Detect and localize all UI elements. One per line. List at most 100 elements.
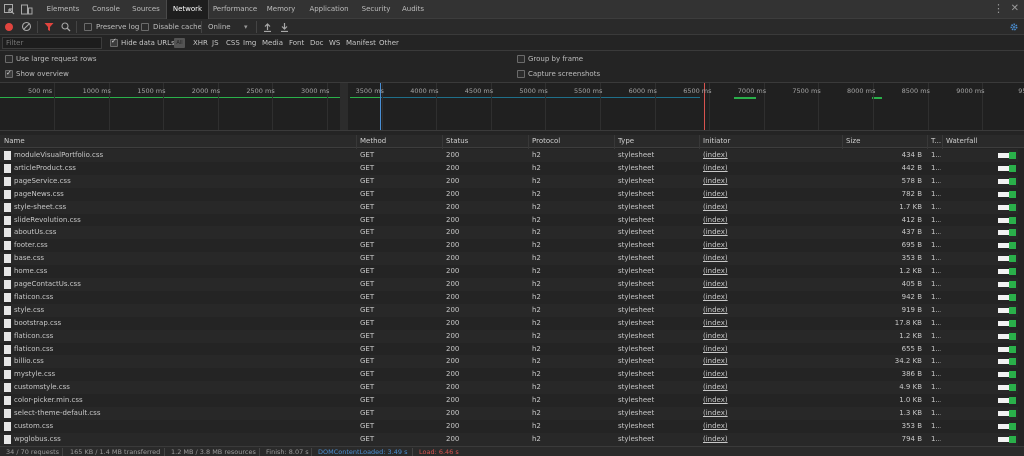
request-initiator[interactable]: (index) [703, 368, 839, 381]
table-row[interactable]: style.css GET 200 h2 stylesheet (index) 919 B 1… [0, 303, 1024, 317]
table-row[interactable]: moduleVisualPortfolio.css GET 200 h2 stylesh… [0, 149, 1024, 162]
filter-type-js[interactable]: JS [212, 35, 219, 51]
close-icon[interactable]: ✕ [1011, 1, 1019, 17]
device-toolbar-icon[interactable] [20, 3, 33, 16]
filter-type-xhr[interactable]: XHR [193, 35, 208, 51]
filter-type-ws[interactable]: WS [329, 35, 340, 51]
table-row[interactable]: footer.css GET 200 h2 stylesheet (index) 695 B… [0, 239, 1024, 253]
filter-icon[interactable] [44, 22, 54, 34]
table-row[interactable]: flaticon.css GET 200 h2 stylesheet (index) 655… [0, 342, 1024, 356]
table-scrollbar[interactable] [1018, 148, 1024, 446]
tab-memory[interactable]: Memory [261, 0, 301, 19]
overview-timeline[interactable]: 500 ms 1000 ms 1500 ms 2000 ms 2500 ms 3000 m… [0, 83, 1024, 131]
request-initiator[interactable]: (index) [703, 265, 839, 278]
request-initiator[interactable]: (index) [703, 149, 839, 162]
table-row[interactable]: customstyle.css GET 200 h2 stylesheet (index)… [0, 381, 1024, 395]
clear-icon[interactable] [21, 21, 32, 34]
more-options-icon[interactable]: ⋮ [993, 1, 1004, 17]
request-initiator[interactable]: (index) [703, 188, 839, 201]
column-header-type[interactable]: Type [618, 135, 634, 148]
tab-sources[interactable]: Sources [126, 0, 166, 19]
request-initiator[interactable]: (index) [703, 394, 839, 407]
inspect-element-icon[interactable] [3, 3, 16, 16]
table-row[interactable]: bootstrap.css GET 200 h2 stylesheet (index) 17… [0, 316, 1024, 330]
table-row[interactable]: color-picker.min.css GET 200 h2 stylesheet (i… [0, 394, 1024, 408]
filter-type-other[interactable]: Other [379, 35, 399, 51]
table-row[interactable]: pageNews.css GET 200 h2 stylesheet (index) 782… [0, 187, 1024, 201]
request-initiator[interactable]: (index) [703, 317, 839, 330]
request-size: 17.8 KB [894, 318, 922, 327]
filter-all-button[interactable]: All [174, 38, 185, 48]
table-row[interactable]: home.css GET 200 h2 stylesheet (index) 1.2 KB 1… [0, 265, 1024, 279]
table-row[interactable]: flaticon.css GET 200 h2 stylesheet (index) 1.2… [0, 329, 1024, 343]
table-row[interactable]: wpglobus.css GET 200 h2 stylesheet (index) 794… [0, 432, 1024, 446]
filter-input[interactable] [2, 37, 102, 49]
filter-type-manifest[interactable]: Manifest [346, 35, 376, 51]
column-header-waterfall[interactable]: Waterfall [946, 135, 977, 148]
request-initiator[interactable]: (index) [703, 201, 839, 214]
search-icon[interactable] [61, 22, 71, 34]
table-row[interactable]: base.css GET 200 h2 stylesheet (index) 353 B 1.… [0, 252, 1024, 266]
filter-type-doc[interactable]: Doc [310, 35, 324, 51]
export-har-icon[interactable] [280, 22, 289, 34]
request-initiator[interactable]: (index) [703, 381, 839, 394]
request-initiator[interactable]: (index) [703, 278, 839, 291]
table-row[interactable]: select-theme-default.css GET 200 h2 styleshe… [0, 407, 1024, 420]
tab-elements[interactable]: Elements [40, 0, 86, 19]
request-initiator[interactable]: (index) [703, 239, 839, 252]
table-row[interactable]: custom.css GET 200 h2 stylesheet (index) 353 B… [0, 419, 1024, 433]
column-header-initiator[interactable]: Initiator [703, 135, 730, 148]
request-initiator[interactable]: (index) [703, 304, 839, 317]
request-initiator[interactable]: (index) [703, 433, 839, 446]
request-initiator[interactable]: (index) [703, 291, 839, 304]
table-row[interactable]: style-sheet.css GET 200 h2 stylesheet (index)… [0, 200, 1024, 214]
table-row[interactable]: aboutUs.css GET 200 h2 stylesheet (index) 437 … [0, 226, 1024, 240]
tab-application[interactable]: Application [301, 0, 357, 19]
throttling-select[interactable]: Online [208, 19, 231, 35]
capture-screenshots-checkbox[interactable] [517, 70, 525, 78]
record-icon[interactable] [5, 23, 13, 31]
column-header-name[interactable]: Name [4, 135, 25, 148]
request-initiator[interactable]: (index) [703, 343, 839, 356]
table-row[interactable]: billio.css GET 200 h2 stylesheet (index) 34.2 … [0, 355, 1024, 369]
table-row[interactable]: slideRevolution.css GET 200 h2 stylesheet (in… [0, 213, 1024, 227]
throttling-chevron-icon[interactable]: ▾ [244, 19, 248, 35]
tab-network[interactable]: Network [166, 0, 209, 19]
filter-type-img[interactable]: Img [243, 35, 256, 51]
request-initiator[interactable]: (index) [703, 407, 839, 420]
table-row[interactable]: flaticon.css GET 200 h2 stylesheet (index) 942… [0, 290, 1024, 304]
column-header-method[interactable]: Method [360, 135, 386, 148]
preserve-log-checkbox[interactable] [84, 23, 92, 31]
tab-security[interactable]: Security [357, 0, 395, 19]
table-row[interactable]: articleProduct.css GET 200 h2 stylesheet (ind… [0, 161, 1024, 175]
settings-gear-icon[interactable] [1009, 22, 1019, 34]
group-by-frame-checkbox[interactable] [517, 55, 525, 63]
request-initiator[interactable]: (index) [703, 162, 839, 175]
hide-data-urls-checkbox[interactable] [110, 37, 118, 47]
request-initiator[interactable]: (index) [703, 226, 839, 239]
tab-performance[interactable]: Performance [209, 0, 261, 19]
large-rows-checkbox[interactable] [5, 55, 13, 63]
column-header-protocol[interactable]: Protocol [532, 135, 560, 148]
overview-selection-handle[interactable] [340, 83, 348, 130]
request-initiator[interactable]: (index) [703, 214, 839, 227]
import-har-icon[interactable] [263, 22, 272, 34]
tab-audits[interactable]: Audits [395, 0, 431, 19]
request-initiator[interactable]: (index) [703, 330, 839, 343]
filter-type-font[interactable]: Font [289, 35, 304, 51]
column-header-size[interactable]: Size [846, 135, 860, 148]
request-initiator[interactable]: (index) [703, 175, 839, 188]
column-header-time[interactable]: T... [931, 135, 941, 148]
filter-type-media[interactable]: Media [262, 35, 283, 51]
request-initiator[interactable]: (index) [703, 420, 839, 433]
show-overview-checkbox[interactable] [5, 68, 13, 78]
filter-type-css[interactable]: CSS [226, 35, 240, 51]
table-row[interactable]: pageContactUs.css GET 200 h2 stylesheet (inde… [0, 278, 1024, 291]
table-row[interactable]: mystyle.css GET 200 h2 stylesheet (index) 386 … [0, 368, 1024, 382]
tab-console[interactable]: Console [86, 0, 126, 19]
request-initiator[interactable]: (index) [703, 355, 839, 368]
table-row[interactable]: pageService.css GET 200 h2 stylesheet (index)… [0, 174, 1024, 188]
column-header-status[interactable]: Status [446, 135, 468, 148]
disable-cache-checkbox[interactable] [141, 23, 149, 31]
request-initiator[interactable]: (index) [703, 252, 839, 265]
